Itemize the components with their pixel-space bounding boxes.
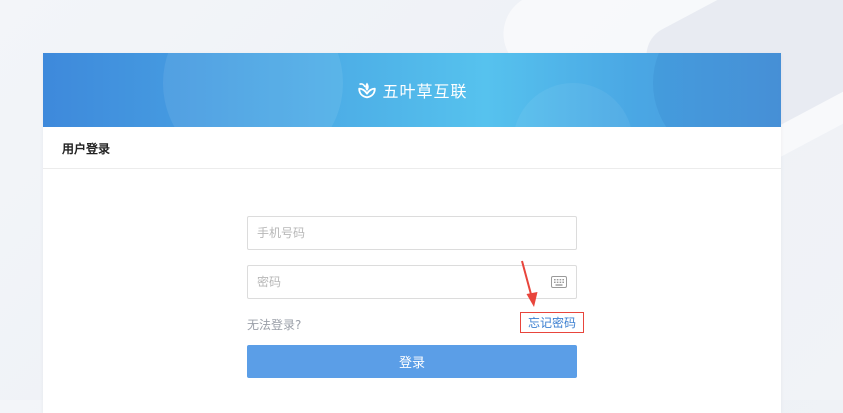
forgot-password-link[interactable]: 忘记密码: [520, 312, 584, 333]
clover-leaf-icon: [358, 82, 377, 99]
page-title: 用户登录: [62, 142, 111, 156]
login-card: 五叶草互联 用户登录 无法登录? 忘记密码 登录: [43, 53, 781, 413]
password-input[interactable]: [248, 266, 537, 298]
login-help-row: 无法登录? 忘记密码: [247, 312, 584, 334]
phone-field[interactable]: [247, 216, 577, 250]
phone-input[interactable]: [248, 217, 537, 249]
keyboard-icon[interactable]: [551, 276, 567, 288]
cant-login-link[interactable]: 无法登录?: [247, 316, 301, 333]
panel-header: 用户登录: [43, 127, 781, 169]
brand-name: 五叶草互联: [382, 82, 468, 101]
red-arrow-icon: [521, 260, 538, 307]
brand-banner: 五叶草互联: [43, 53, 781, 127]
login-button[interactable]: 登录: [247, 345, 577, 378]
brand: 五叶草互联: [43, 53, 781, 127]
